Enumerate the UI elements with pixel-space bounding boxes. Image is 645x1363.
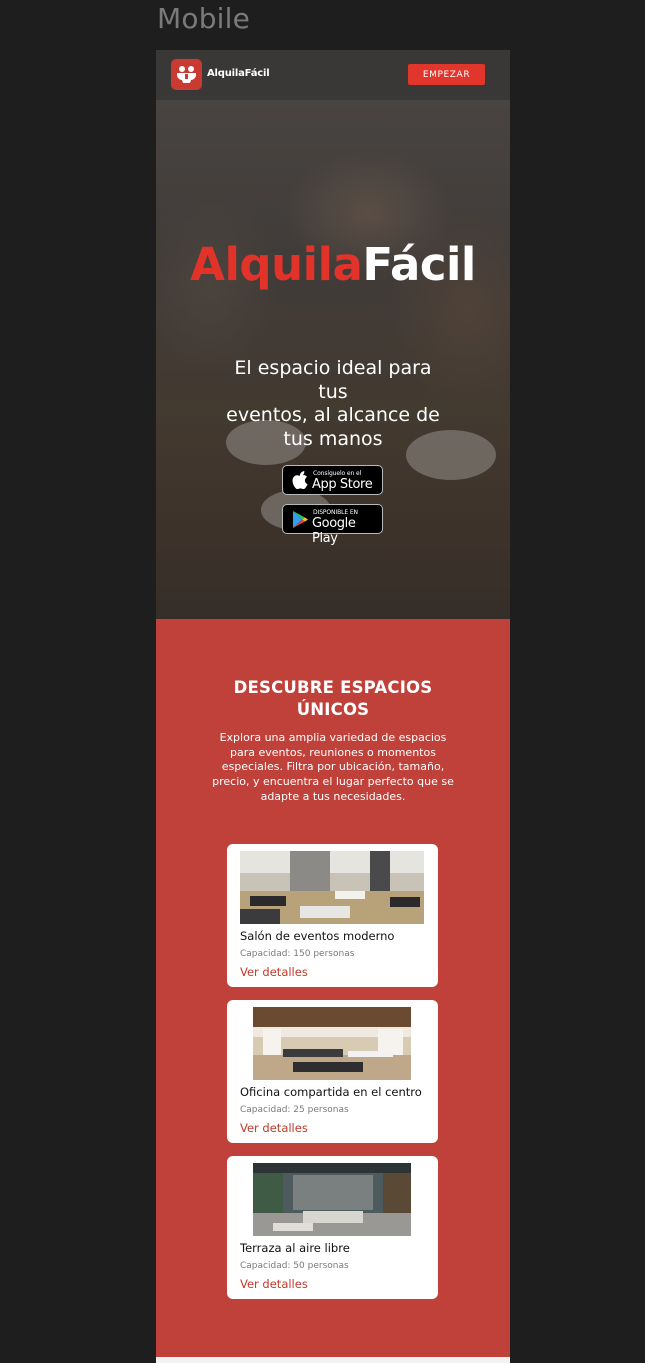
space-card[interactable]: Oficina compartida en el centro Capacida…: [227, 1000, 438, 1143]
google-play-small-text: DISPONIBLE EN: [313, 509, 358, 516]
google-play-button[interactable]: DISPONIBLE EN Google Play: [282, 504, 383, 546]
space-card-capacity: Capacidad: 50 personas: [240, 1261, 349, 1271]
apple-icon: [292, 471, 308, 489]
space-card[interactable]: Salón de eventos moderno Capacidad: 150 …: [227, 844, 438, 987]
top-navbar: AlquilaFácil EMPEZAR: [156, 50, 510, 100]
frame-label: Mobile: [157, 2, 251, 35]
space-card-title: Terraza al aire libre: [240, 1241, 350, 1255]
space-card-capacity: Capacidad: 150 personas: [240, 949, 355, 959]
logo[interactable]: [171, 59, 202, 90]
app-store-button[interactable]: Consíguelo en el App Store: [282, 465, 383, 495]
view-details-link[interactable]: Ver detalles: [240, 1121, 308, 1135]
space-photo: [253, 1163, 411, 1236]
app-store-small-text: Consíguelo en el: [313, 470, 362, 477]
people-icon: [177, 66, 196, 83]
discover-text-line: adapte a tus necesidades.: [260, 789, 406, 803]
brand-name[interactable]: AlquilaFácil: [207, 68, 270, 79]
start-button[interactable]: EMPEZAR: [408, 64, 485, 85]
hero-subtitle-line: El espacio ideal para: [234, 357, 432, 379]
space-card-title: Oficina compartida en el centro: [240, 1085, 422, 1099]
space-card-capacity: Capacidad: 25 personas: [240, 1105, 349, 1115]
hero-title-part2: Fácil: [362, 238, 476, 291]
app-store-big-text: App Store: [312, 477, 373, 492]
discover-text-line: para eventos, reuniones o momentos: [230, 745, 436, 759]
view-details-link[interactable]: Ver detalles: [240, 965, 308, 979]
discover-title-line: DESCUBRE ESPACIOS: [233, 678, 433, 697]
hero-subtitle-line: tus manos: [283, 427, 383, 450]
hero-title: AlquilaFácil: [156, 238, 510, 291]
hero-title-part1: Alquila: [190, 238, 363, 291]
space-card-title: Salón de eventos moderno: [240, 929, 395, 943]
space-card[interactable]: Terraza al aire libre Capacidad: 50 pers…: [227, 1156, 438, 1299]
discover-text-line: especiales. Filtra por ubicación, tamaño…: [221, 760, 445, 774]
google-play-icon: [293, 511, 308, 528]
discover-text-line: precio, y encuentra el lugar perfecto qu…: [212, 775, 454, 789]
discover-text-line: Explora una amplia variedad de espacios: [219, 731, 447, 744]
space-photo: [240, 851, 424, 924]
hero-subtitle-line: eventos, al alcance de: [226, 404, 440, 426]
discover-title: DESCUBRE ESPACIOS ÚNICOS: [193, 677, 473, 721]
discover-title-line: ÚNICOS: [296, 700, 370, 719]
hero-subtitle-line: tus: [318, 380, 348, 403]
mobile-frame: AlquilaFácil EMPEZAR AlquilaFácil El esp…: [156, 50, 510, 1363]
space-photo: [253, 1007, 411, 1080]
next-section-edge: [156, 1357, 510, 1363]
hero-subtitle: El espacio ideal para tus eventos, al al…: [223, 357, 443, 451]
discover-description: Explora una amplia variedad de espacios …: [206, 731, 460, 805]
hero-section: AlquilaFácil El espacio ideal para tus e…: [156, 100, 510, 619]
google-play-big-text: Google Play: [312, 516, 356, 546]
view-details-link[interactable]: Ver detalles: [240, 1277, 308, 1291]
